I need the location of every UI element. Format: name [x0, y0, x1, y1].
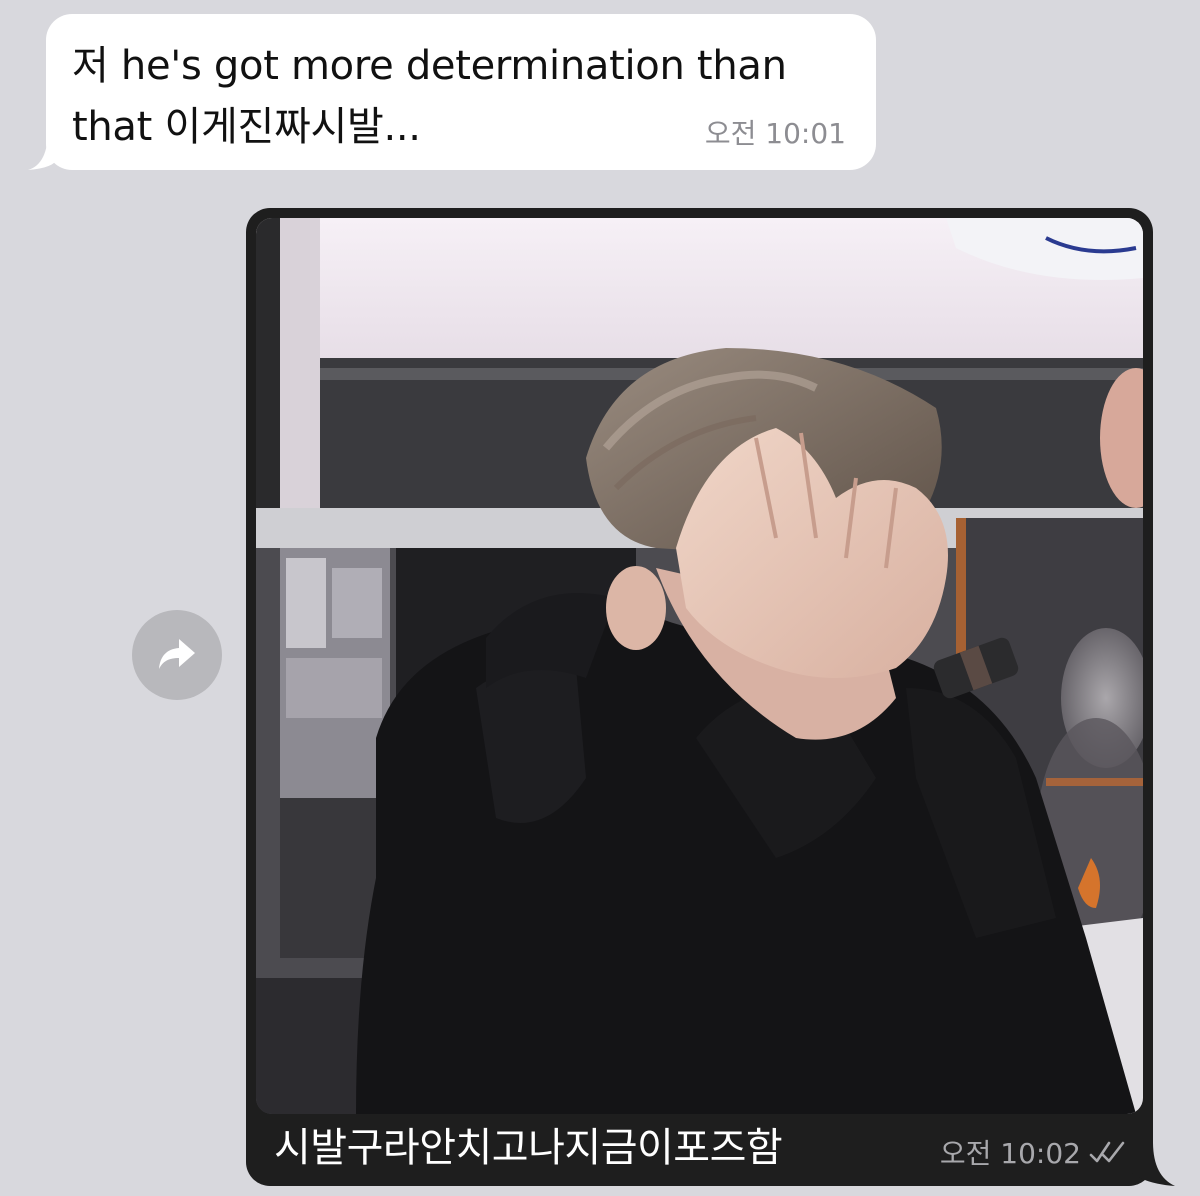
forward-arrow-icon	[159, 639, 195, 669]
photo-image	[256, 218, 1143, 1114]
outgoing-photo-bubble[interactable]: 시발구라안치고나지금이포즈함 오전 10:02	[246, 208, 1175, 1186]
double-check-icon	[1089, 1141, 1125, 1163]
bubble-tail	[28, 130, 58, 170]
incoming-message-bubble[interactable]: 저 he's got more determination than that …	[28, 14, 876, 170]
bubble-tail	[1131, 1142, 1175, 1186]
incoming-message-time: 오전 10:01	[704, 117, 846, 150]
message-photo[interactable]	[256, 218, 1143, 1114]
forward-button[interactable]	[132, 610, 222, 700]
outgoing-message-time: 오전 10:02	[939, 1137, 1081, 1170]
outgoing-message-meta: 오전 10:02	[940, 1132, 1129, 1172]
photo-caption: 시발구라안치고나지금이포즈함	[274, 1125, 783, 1171]
